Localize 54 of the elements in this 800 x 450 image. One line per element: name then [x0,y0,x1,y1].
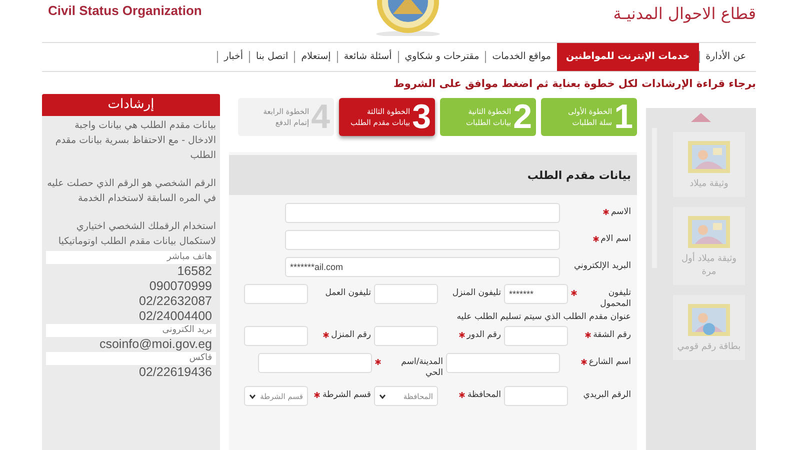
input-field[interactable]: *******ail.com [285,257,560,277]
input-field[interactable] [285,203,560,223]
guidance-text: بيانات مقدم الطلب هي بيانات واجبة الادخال - مع الاحتفاظ بسرية بيانات مقدم الطلب [54,119,216,163]
contact-label: هاتف مباشر [46,251,216,264]
contact-value: 090070999 [148,279,213,294]
instruction-text: برجاء قراءة الإرشادات لكل خطوة بعناية ثم اضغط موافق على الشروط [392,78,756,90]
contact-value: 02/22632087 [138,294,213,309]
input-field[interactable] [446,353,560,373]
field-label: رقم الدور [441,326,501,341]
input-field[interactable] [374,284,438,304]
chevron-icon [379,394,386,398]
nav-tab[interactable]: مقترحات و شكاوي [398,51,486,63]
guidance-text: استخدام الرقملك الشخصي اختياري لاستكمال بيانات مقدم الطلب اوتوماتيكيا [57,220,216,249]
input-field[interactable] [285,230,560,250]
contact-label: فاكس [46,352,216,365]
field-label: تليفون المحمول [571,284,631,310]
field-label: اسم الشارع [563,353,631,368]
field-label: المحافظة [441,386,501,401]
field-label: رقم الشقة [571,326,631,341]
contact-value: 16582 [176,264,213,279]
contact-value: csoinfo@moi.gov.eg [98,337,213,352]
nav-tab[interactable]: أخبار [217,51,250,63]
field-label: البريد الإلكتروني [572,260,631,272]
nav-tab[interactable]: أسئلة شائعة [336,51,398,63]
field-label: المدينة/اسم الحي [375,353,443,379]
input-field[interactable] [374,326,438,346]
field-label: قسم الشرطة [311,386,371,401]
contact-label: بريد الكترونى [46,324,216,337]
nav-tab[interactable]: إستعلام [294,51,337,63]
nav-tab[interactable]: اتصل بنا [249,51,294,63]
input-field[interactable] [258,353,372,373]
guidance-text: الرقم الشخصي هو الرقم الذي حصلت عليه في المره السابقة لاستخدام الخدمة [46,177,216,206]
field-label: الاسم [563,203,631,218]
chevron-icon [249,394,256,398]
field-label: تليفون المنزل [451,287,501,299]
contact-value: 02/24004400 [138,309,213,324]
form-title: بيانات مقدم الطلب [229,155,637,195]
field-label: رقم المنزل [311,326,371,341]
input-field[interactable] [504,386,568,406]
organization-title: قطاع الاحوال المدنيـة [613,4,756,23]
section-note: عنوان مقدم الطلب الذي سيتم تسليم الطلب عليه [456,312,631,322]
nav-tab[interactable]: خدمات الإنترنت للمواطنين [557,43,699,71]
field-label: الرقم البريدي [582,389,631,401]
contact-value: 02/22619436 [138,365,213,380]
scroll-up-icon[interactable] [691,113,711,122]
field-label: اسم الام [563,230,631,245]
input-field[interactable]: ******* [504,284,568,304]
input-field[interactable] [244,326,308,346]
organization-name: Civil Status Organization [48,3,202,18]
input-field[interactable] [244,284,308,304]
guidance-title: إرشادات [42,94,220,116]
input-field[interactable] [504,326,568,346]
nav-tab[interactable]: مواقع الخدمات [485,51,558,63]
field-label: تليفون العمل [324,287,371,299]
